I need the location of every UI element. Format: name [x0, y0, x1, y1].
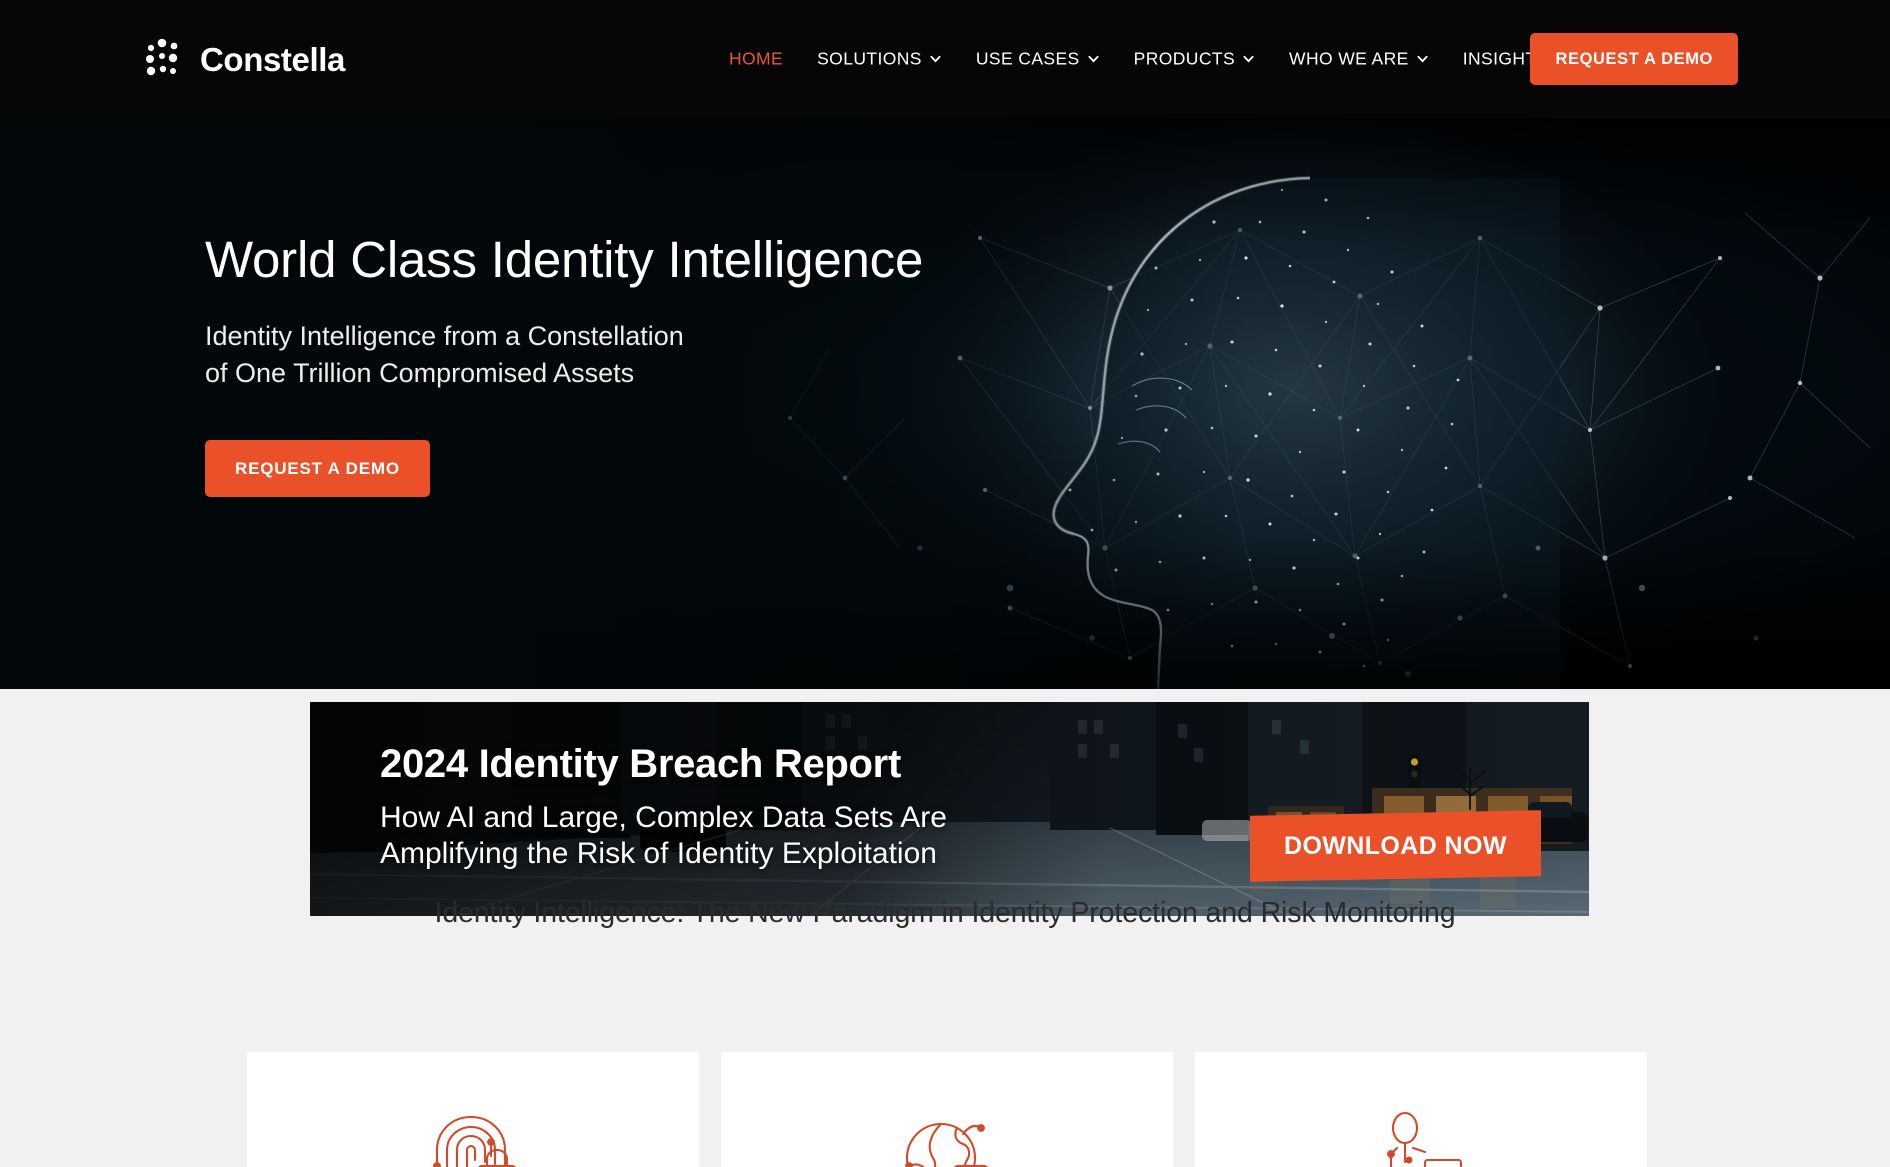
brand-name: Constella: [200, 40, 345, 78]
nav-item-solutions-label: SOLUTIONS: [817, 48, 922, 69]
banner-subtitle-line-1: How AI and Large, Complex Data Sets Are: [380, 801, 947, 834]
hero-subtitle-line-2: of One Trillion Compromised Assets: [205, 358, 635, 389]
nav-item-products[interactable]: PRODUCTS: [1117, 43, 1272, 76]
nav-item-products-label: PRODUCTS: [1133, 48, 1236, 69]
globe-network-icon: [905, 1122, 988, 1167]
chevron-down-icon: [929, 55, 941, 63]
hero-content: World Class Identity Intelligence Identi…: [205, 231, 923, 497]
chevron-down-icon: [1416, 55, 1428, 63]
header-request-demo-button[interactable]: REQUEST A DEMO: [1530, 33, 1738, 85]
banner-subtitle-line-2: Amplifying the Risk of Identity Exploita…: [380, 837, 937, 870]
identity-breach-report-banner[interactable]: 2024 Identity Breach Report How AI and L…: [310, 702, 1589, 916]
content-section: 2024 Identity Breach Report How AI and L…: [0, 689, 1890, 1167]
nav-item-home-label: HOME: [729, 48, 784, 69]
nav-item-use-cases-label: USE CASES: [975, 48, 1080, 69]
hero-request-demo-button[interactable]: REQUEST A DEMO: [205, 439, 430, 497]
section-heading: Identity Intelligence: The New Paradigm …: [434, 897, 1456, 929]
hero-subtitle-line-1: Identity Intelligence from a Constellati…: [205, 321, 684, 352]
main-navigation: HOME SOLUTIONS USE CASES PRODUCTS WHO WE…: [712, 43, 1586, 76]
chevron-down-icon: [1243, 55, 1254, 63]
nav-item-who-we-are-label: WHO WE ARE: [1289, 48, 1409, 69]
constellation-dots-icon: [146, 38, 178, 76]
chevron-down-icon: [1087, 55, 1099, 63]
site-header: Constella HOME SOLUTIONS USE CASES PRODU…: [0, 0, 1890, 118]
nav-item-home[interactable]: HOME: [712, 43, 800, 76]
hero-section: World Class Identity Intelligence Identi…: [0, 118, 1890, 689]
banner-subtitle: How AI and Large, Complex Data Sets Are …: [380, 800, 947, 872]
nav-item-use-cases[interactable]: USE CASES: [959, 43, 1117, 76]
feature-card-identity-protection[interactable]: Identity protection: [247, 1052, 699, 1167]
hero-subtitle: Identity Intelligence from a Constellati…: [205, 318, 923, 393]
download-now-label: DOWNLOAD NOW: [1284, 832, 1507, 860]
feature-card-global-monitoring[interactable]: Global monitoring: [721, 1052, 1173, 1167]
feature-card-executive-protection[interactable]: Executive protection: [1195, 1052, 1647, 1167]
brand-logo-link[interactable]: Constella: [142, 37, 345, 81]
fingerprint-lock-icon: [433, 1115, 516, 1167]
person-dashboard-icon: [1387, 1111, 1463, 1167]
page-root: Constella HOME SOLUTIONS USE CASES PRODU…: [0, 0, 1890, 1167]
feature-card-grid: Identity protection Glob: [247, 1052, 1647, 1167]
download-now-button[interactable]: DOWNLOAD NOW: [1250, 810, 1541, 882]
nav-item-who-we-are[interactable]: WHO WE ARE: [1272, 43, 1446, 76]
hero-title: World Class Identity Intelligence: [205, 231, 924, 288]
nav-item-solutions[interactable]: SOLUTIONS: [800, 43, 959, 76]
banner-content: 2024 Identity Breach Report How AI and L…: [380, 744, 947, 872]
banner-title: 2024 Identity Breach Report: [380, 742, 901, 786]
